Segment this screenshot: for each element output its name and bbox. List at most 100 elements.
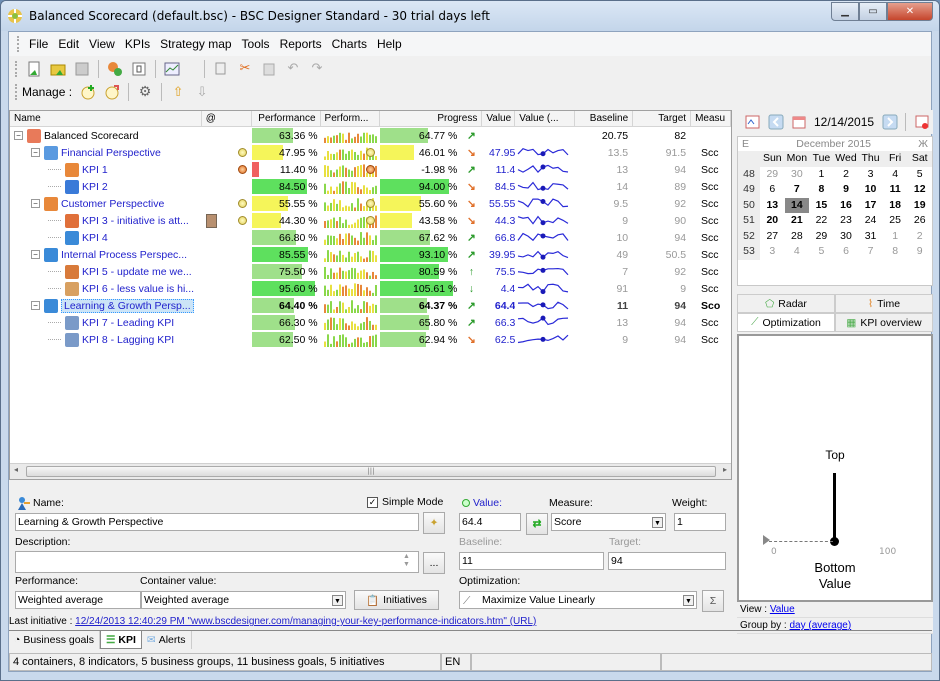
tab-alerts[interactable]: ✉ Alerts [142,631,192,649]
scrollbar-thumb[interactable]: ||| [26,466,716,477]
table-row[interactable]: − Financial Perspective 47.95 % 46.01 % ↘ 47.… [10,144,731,161]
calendar-day[interactable]: 20 [760,213,785,229]
calendar-day[interactable]: 26 [907,213,932,229]
performance-select[interactable]: Weighted average [15,591,141,609]
properties-icon[interactable] [129,59,149,79]
tab-kpi-overview[interactable]: ▦ KPI overview [835,313,933,332]
calendar-day[interactable]: 3 [858,167,883,183]
collapse-toggle-icon[interactable]: − [31,199,40,208]
scroll-left-icon[interactable]: ◂ [14,465,18,474]
maximize-button[interactable]: ▭ [859,2,887,21]
calendar-day[interactable]: 23 [834,213,859,229]
chevron-down-icon[interactable]: ▼ [332,595,343,606]
row-name[interactable]: Financial Perspective [61,147,161,159]
clipboard-icon[interactable] [205,213,217,228]
measure-select[interactable]: Score ▼ [551,513,666,531]
collapse-toggle-icon[interactable]: − [31,148,40,157]
menu-strategy-map[interactable]: Strategy map [155,37,236,51]
calendar-day[interactable]: 30 [834,229,859,245]
cut-icon[interactable]: ✂ [235,59,255,79]
optimization-select[interactable]: ⟋ Maximize Value Linearly ▼ [459,591,697,609]
minimize-button[interactable]: ▁ [831,2,859,21]
description-spinner[interactable]: ▲ ▼ [403,553,410,569]
row-name[interactable]: KPI 5 - update me we... [82,266,192,278]
calendar-day[interactable]: 1 [809,167,834,183]
table-row[interactable]: KPI 3 - initiative is att... 44.30 % 43.58… [10,212,731,229]
checkbox-checked-icon[interactable]: ✓ [367,496,378,508]
calendar-day[interactable]: 12 [907,182,932,198]
target-input[interactable]: 94 [608,552,726,570]
collapse-toggle-icon[interactable]: − [31,250,40,259]
copy-icon[interactable] [211,59,231,79]
calendar-day[interactable]: 19 [907,198,932,214]
redo-icon[interactable]: ↷ [307,59,327,79]
column-header[interactable]: @ [202,111,252,126]
add-container-icon[interactable] [102,82,122,102]
row-name[interactable]: KPI 6 - less value is hi... [82,283,194,295]
table-row[interactable]: − Balanced Scorecard 63.36 % 64.77 % ↗ 20.75 8… [10,127,731,144]
scroll-right-icon[interactable]: ▸ [723,465,727,474]
menu-view[interactable]: View [84,37,120,51]
column-header[interactable]: Target [633,111,692,126]
prev-date-icon[interactable] [766,112,785,132]
calendar-day[interactable]: 28 [785,229,810,245]
calendar-day[interactable]: 4 [785,244,810,260]
calendar-day[interactable]: 8 [809,182,834,198]
table-row[interactable]: KPI 8 - Lagging KPI 62.50 % 62.94 % ↘ 62.5 9 9… [10,331,731,348]
calendar-day[interactable]: 29 [809,229,834,245]
description-input[interactable] [15,551,419,573]
chevron-down-icon[interactable]: ▼ [683,595,694,606]
table-row[interactable]: − Customer Perspective 55.55 % 55.60 % ↘ 55.5… [10,195,731,212]
simple-mode-checkbox[interactable]: ✓ Simple Mode [367,496,443,508]
calendar-day[interactable]: 5 [809,244,834,260]
calendar-day[interactable]: 18 [883,198,908,214]
tab-kpi[interactable]: ☰ KPI [99,631,142,649]
current-date[interactable]: 12/14/2015 [814,115,874,129]
description-more-button[interactable]: ... [423,552,445,574]
row-name[interactable]: Learning & Growth Persp... [61,298,194,313]
baseline-input[interactable]: 11 [459,552,604,570]
column-header[interactable]: Baseline [575,111,634,126]
horizontal-scrollbar[interactable]: ◂ ||| ▸ [10,463,731,479]
column-header[interactable]: Progress [380,111,483,126]
container-value-select[interactable]: Weighted average ▼ [141,591,346,609]
calendar-day[interactable]: 9 [834,182,859,198]
formula-button[interactable]: Σ [702,590,724,612]
menu-help[interactable]: Help [372,37,407,51]
row-name[interactable]: KPI 8 - Lagging KPI [82,334,174,346]
calendar-day[interactable]: 6 [834,244,859,260]
move-down-icon[interactable]: ⇩ [192,82,212,102]
add-indicator-icon[interactable] [78,82,98,102]
move-up-icon[interactable]: ⇧ [168,82,188,102]
row-name[interactable]: Balanced Scorecard [44,130,139,142]
row-name[interactable]: KPI 4 [82,232,108,244]
row-name[interactable]: KPI 7 - Leading KPI [82,317,174,329]
name-input[interactable]: Learning & Growth Perspective [15,513,419,531]
calendar-day[interactable]: 7 [858,244,883,260]
save-icon[interactable] [72,59,92,79]
tab-optimization[interactable]: ⟋ Optimization [737,313,835,332]
table-row[interactable]: KPI 6 - less value is hi... 95.60 % 105.61… [10,280,731,297]
table-row[interactable]: − Learning & Growth Persp... 64.40 % 64.37 … [10,297,731,314]
settings-gear-icon[interactable]: ⚙ [135,82,155,102]
tab-business-goals[interactable]: ◔ Business goals [9,631,100,649]
next-date-icon[interactable] [880,112,899,132]
calendar-settings-icon[interactable] [743,112,762,132]
close-button[interactable]: ✕ [887,2,933,21]
magic-wand-button[interactable]: ✦ [423,512,445,534]
calendar-day[interactable]: 27 [760,229,785,245]
chevron-down-icon[interactable]: ▼ [652,517,663,528]
menu-kpis[interactable]: KPIs [120,37,155,51]
initiatives-button[interactable]: 📋 Initiatives [354,590,439,610]
menu-tools[interactable]: Tools [237,37,275,51]
column-header[interactable]: Performance [252,111,321,126]
calendar-day[interactable]: 7 [785,182,810,198]
calendar-day[interactable]: 29 [760,167,785,183]
calendar-day[interactable]: 21 [785,213,810,229]
column-header[interactable]: Name [10,111,202,126]
paste-icon[interactable] [259,59,279,79]
calendar-day[interactable]: 2 [907,229,932,245]
calendar-icon[interactable] [789,112,808,132]
calendar-day[interactable]: 4 [883,167,908,183]
calendar-day[interactable]: 6 [760,182,785,198]
